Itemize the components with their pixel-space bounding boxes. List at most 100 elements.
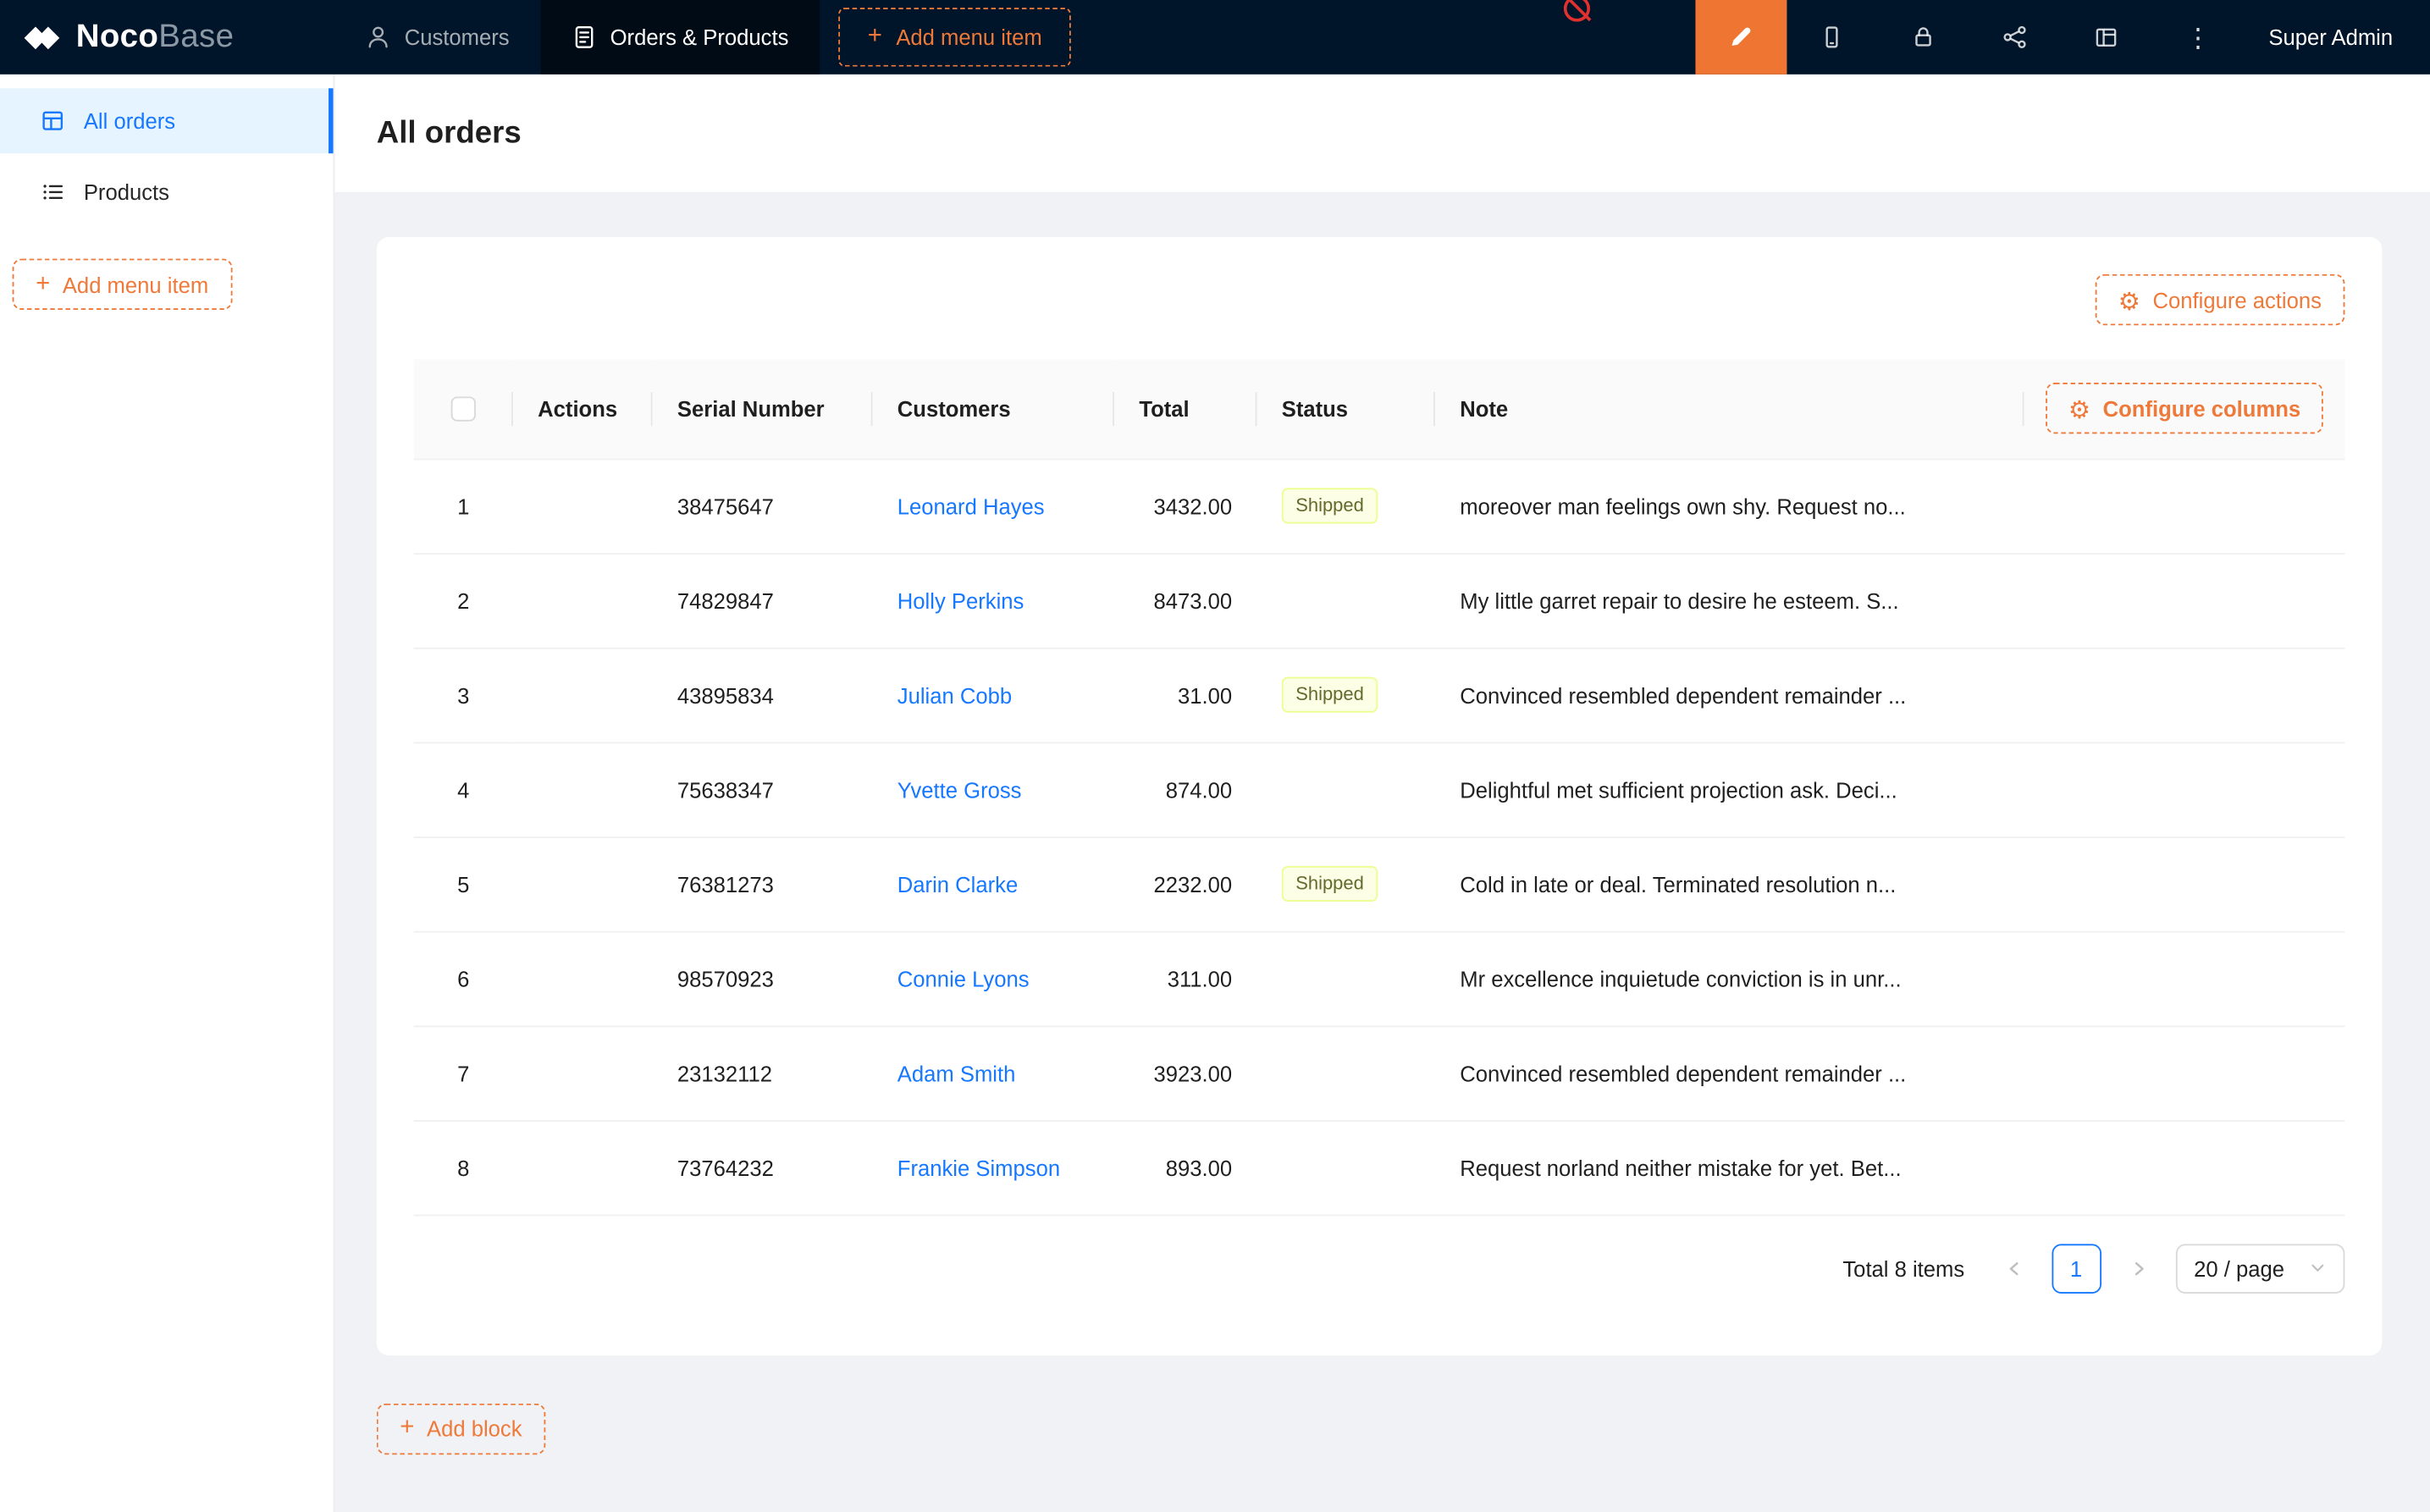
table-row[interactable]: 8 73764232 Frankie Simpson 893.00 Reques… bbox=[414, 1120, 2345, 1215]
table-row[interactable]: 4 75638347 Yvette Gross 874.00 Delightfu… bbox=[414, 742, 2345, 837]
customer-link[interactable]: Leonard Hayes bbox=[897, 494, 1045, 518]
serial-number-cell: 38475647 bbox=[653, 459, 873, 554]
orders-table-card: ⚙ Configure actions Actio bbox=[377, 237, 2383, 1355]
orders-table-body: 1 38475647 Leonard Hayes 3432.00 Shipped… bbox=[414, 459, 2345, 1215]
pagination-next-button[interactable] bbox=[2113, 1243, 2163, 1293]
table-row[interactable]: 6 98570923 Connie Lyons 311.00 Mr excell… bbox=[414, 931, 2345, 1026]
pagination-page-1[interactable]: 1 bbox=[2052, 1243, 2101, 1293]
layout-template-button[interactable] bbox=[2061, 0, 2152, 74]
user-menu[interactable]: Super Admin bbox=[2244, 0, 2430, 74]
row-actions-cell bbox=[513, 459, 653, 554]
customer-link[interactable]: Yvette Gross bbox=[897, 777, 1022, 802]
select-all-header-cell bbox=[414, 360, 513, 459]
sidebar-item-label: Products bbox=[84, 179, 169, 204]
filler-cell bbox=[2024, 836, 2345, 931]
row-index: 1 bbox=[414, 459, 513, 554]
customer-link[interactable]: Adam Smith bbox=[897, 1061, 1016, 1085]
layout-icon bbox=[2094, 25, 2118, 49]
filler-cell bbox=[2024, 931, 2345, 1026]
select-all-checkbox[interactable] bbox=[451, 397, 476, 422]
customer-link[interactable]: Julian Cobb bbox=[897, 682, 1012, 707]
pagination-prev-button[interactable] bbox=[1990, 1243, 2040, 1293]
customer-cell: Adam Smith bbox=[873, 1025, 1115, 1120]
row-index: 4 bbox=[414, 742, 513, 837]
api-share-button[interactable] bbox=[1969, 0, 2061, 74]
column-header-total: Total bbox=[1114, 360, 1256, 459]
sidebar-item-label: All orders bbox=[84, 108, 175, 133]
nocobase-logo-icon bbox=[22, 19, 63, 55]
table-row[interactable]: 1 38475647 Leonard Hayes 3432.00 Shipped… bbox=[414, 459, 2345, 554]
add-menu-item-button-sidebar[interactable]: + Add menu item bbox=[13, 259, 232, 310]
note-cell: Cold in late or deal. Terminated resolut… bbox=[1435, 836, 2024, 931]
nav-tab-label: Orders & Products bbox=[610, 25, 789, 49]
note-cell: moreover man feelings own shy. Request n… bbox=[1435, 459, 2024, 554]
column-header-actions: Actions bbox=[513, 360, 653, 459]
total-cell: 311.00 bbox=[1114, 931, 1256, 1026]
mobile-preview-button[interactable] bbox=[1787, 0, 1878, 74]
table-row[interactable]: 3 43895834 Julian Cobb 31.00 Shipped Con… bbox=[414, 648, 2345, 742]
table-row[interactable]: 7 23132112 Adam Smith 3923.00 Convinced … bbox=[414, 1025, 2345, 1120]
ui-editor-toggle-button[interactable] bbox=[1695, 0, 1787, 74]
chevron-left-icon bbox=[2005, 1259, 2024, 1277]
column-header-configure: ⚙ Configure columns bbox=[2024, 360, 2345, 459]
customer-link[interactable]: Darin Clarke bbox=[897, 871, 1018, 896]
filler-cell bbox=[2024, 742, 2345, 837]
note-cell: My little garret repair to desire he est… bbox=[1435, 553, 2024, 648]
add-menu-item-button-topbar[interactable]: + Add menu item bbox=[838, 8, 1072, 67]
sidebar: All orders Products + Add menu item bbox=[0, 74, 334, 1512]
sidebar-menu: All orders Products bbox=[0, 74, 334, 225]
row-index: 6 bbox=[414, 931, 513, 1026]
status-cell bbox=[1256, 742, 1434, 837]
configure-actions-button[interactable]: ⚙ Configure actions bbox=[2095, 274, 2344, 325]
permissions-button[interactable] bbox=[1878, 0, 1969, 74]
customer-cell: Darin Clarke bbox=[873, 836, 1115, 931]
nocobase-logo[interactable]: NocoBase bbox=[0, 0, 334, 74]
column-header-customers: Customers bbox=[873, 360, 1115, 459]
page-header: All orders bbox=[334, 74, 2430, 192]
chevron-down-icon bbox=[2309, 1260, 2326, 1277]
nav-tab-orders-products[interactable]: Orders & Products bbox=[540, 0, 820, 74]
table-row[interactable]: 2 74829847 Holly Perkins 8473.00 My litt… bbox=[414, 553, 2345, 648]
page-size-select[interactable]: 20 / page bbox=[2175, 1243, 2344, 1293]
serial-number-cell: 43895834 bbox=[653, 648, 873, 742]
customer-link[interactable]: Holly Perkins bbox=[897, 588, 1024, 612]
pagination-total: Total 8 items bbox=[1842, 1255, 1964, 1280]
lock-icon bbox=[1911, 25, 1936, 49]
filler-cell bbox=[2024, 1120, 2345, 1215]
note-cell: Convinced resembled dependent remainder … bbox=[1435, 1025, 2024, 1120]
nav-tab-customers[interactable]: Customers bbox=[334, 0, 540, 74]
serial-number-cell: 98570923 bbox=[653, 931, 873, 1026]
page-size-value: 20 / page bbox=[2194, 1255, 2284, 1280]
user-name: Super Admin bbox=[2268, 25, 2393, 49]
customer-cell: Frankie Simpson bbox=[873, 1120, 1115, 1215]
pagination: Total 8 items 1 20 / page bbox=[414, 1243, 2345, 1293]
total-cell: 31.00 bbox=[1114, 648, 1256, 742]
mobile-icon bbox=[1820, 25, 1844, 49]
serial-number-cell: 76381273 bbox=[653, 836, 873, 931]
gear-icon: ⚙ bbox=[2118, 289, 2140, 313]
sidebar-item-all-orders[interactable]: All orders bbox=[0, 88, 334, 153]
row-actions-cell bbox=[513, 742, 653, 837]
total-cell: 2232.00 bbox=[1114, 836, 1256, 931]
status-cell bbox=[1256, 1025, 1434, 1120]
highlighter-pen-icon bbox=[1727, 23, 1755, 51]
note-cell: Request norland neither mistake for yet.… bbox=[1435, 1120, 2024, 1215]
customer-link[interactable]: Frankie Simpson bbox=[897, 1155, 1060, 1179]
orders-table-head: Actions Serial Number Customers Total St… bbox=[414, 360, 2345, 459]
status-cell: Shipped bbox=[1256, 648, 1434, 742]
row-index: 8 bbox=[414, 1120, 513, 1215]
row-actions-cell bbox=[513, 553, 653, 648]
add-block-button[interactable]: + Add block bbox=[377, 1403, 545, 1454]
gear-icon: ⚙ bbox=[2068, 398, 2090, 422]
orders-table-icon bbox=[41, 108, 65, 133]
row-actions-cell bbox=[513, 1025, 653, 1120]
configure-columns-button[interactable]: ⚙ Configure columns bbox=[2045, 383, 2323, 433]
filler-cell bbox=[2024, 553, 2345, 648]
table-row[interactable]: 5 76381273 Darin Clarke 2232.00 Shipped … bbox=[414, 836, 2345, 931]
orders-table: Actions Serial Number Customers Total St… bbox=[414, 360, 2345, 1216]
filler-cell bbox=[2024, 648, 2345, 742]
more-options-button[interactable]: ⋮ bbox=[2152, 0, 2244, 74]
sidebar-item-products[interactable]: Products bbox=[0, 159, 334, 224]
serial-number-cell: 23132112 bbox=[653, 1025, 873, 1120]
customer-link[interactable]: Connie Lyons bbox=[897, 966, 1030, 991]
